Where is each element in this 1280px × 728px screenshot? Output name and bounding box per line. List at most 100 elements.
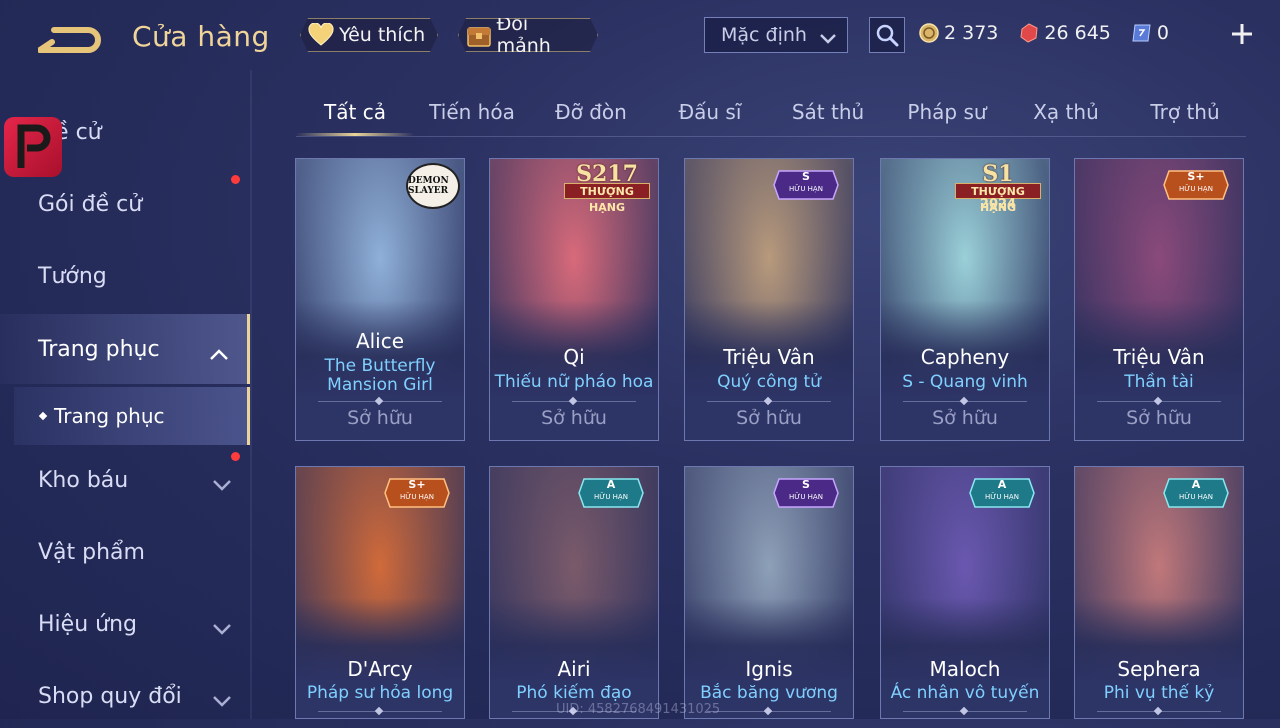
season-rank-badge: S217 THƯỢNG HẠNG <box>560 161 654 214</box>
owned-status: Sở hữu <box>541 407 607 429</box>
category-tabs: Tất cả Tiến hóa Đỡ đòn Đấu sĩ Sát thủ Ph… <box>296 90 1246 137</box>
user-id-watermark: UID: 4582768491431025 <box>556 702 721 717</box>
tab-fighter[interactable]: Đấu sĩ <box>651 90 769 134</box>
owned-status: Sở hữu <box>736 407 802 429</box>
skin-card[interactable]: S HỮU HẠN Ignis Bắc băng vương <box>684 466 854 719</box>
tab-all[interactable]: Tất cả <box>296 90 414 136</box>
hero-name: D'Arcy <box>347 657 413 681</box>
divider <box>1097 401 1221 402</box>
sidebar-item-items[interactable]: Vật phẩm <box>0 520 250 584</box>
tab-mage[interactable]: Pháp sư <box>888 90 1006 134</box>
skin-name: Bắc băng vương <box>700 683 838 703</box>
diamond-balance: 26 645 <box>1018 22 1111 44</box>
voucher-balance: 0 <box>1131 22 1169 44</box>
sidebar-item-heroes[interactable]: Tướng <box>0 244 250 308</box>
divider <box>707 711 831 712</box>
overlay-p-logo <box>4 117 62 177</box>
notification-dot <box>231 452 240 461</box>
demon-slayer-badge: DEMON SLAYER <box>406 163 460 209</box>
chevron-down-icon <box>819 28 837 50</box>
tab-assassin[interactable]: Sát thủ <box>769 90 887 134</box>
skin-card[interactable]: S+ HỮU HẠN D'Arcy Pháp sư hỏa long <box>295 466 465 719</box>
add-currency-button[interactable] <box>1228 20 1256 48</box>
back-button[interactable] <box>37 22 104 56</box>
skin-name: Phó kiếm đạo <box>516 683 632 703</box>
hero-name: Maloch <box>929 657 1001 681</box>
skin-card[interactable]: S HỮU HẠN Triệu Vân Quý công tử Sở hữu <box>684 158 854 441</box>
hero-name: Airi <box>557 657 591 681</box>
skin-name: Thần tài <box>1124 372 1194 392</box>
exchange-label: Đổi mảnh <box>496 13 551 57</box>
tab-support[interactable]: Trợ thủ <box>1126 90 1244 134</box>
page-title: Cửa hàng <box>132 20 270 53</box>
skin-name: Quý công tử <box>717 372 821 392</box>
voucher-icon <box>1131 22 1153 44</box>
skin-card[interactable]: A HỮU HẠN Airi Phó kiếm đạo <box>489 466 659 719</box>
skin-card[interactable]: A HỮU HẠN Sephera Phi vụ thế kỷ <box>1074 466 1244 719</box>
sidebar-item-recommended-packs[interactable]: Gói đề cử <box>0 172 250 236</box>
hero-name: Ignis <box>745 657 793 681</box>
skin-card[interactable]: A HỮU HẠN Maloch Ác nhân vô tuyến <box>880 466 1050 719</box>
divider <box>903 401 1027 402</box>
skin-card[interactable]: S217 THƯỢNG HẠNG Qi Thiếu nữ pháo hoa Sở… <box>489 158 659 441</box>
chevron-down-icon <box>212 688 232 713</box>
owned-status: Sở hữu <box>932 407 998 429</box>
favorites-label: Yêu thích <box>339 24 426 46</box>
skin-card[interactable]: S+ HỮU HẠN Triệu Vân Thần tài Sở hữu <box>1074 158 1244 441</box>
notification-dot <box>231 175 240 184</box>
tab-marksman[interactable]: Xạ thủ <box>1007 90 1125 134</box>
divider <box>707 401 831 402</box>
favorites-button[interactable]: Yêu thích <box>300 18 438 52</box>
skin-name: S - Quang vinh <box>902 372 1028 392</box>
hero-name: Sephera <box>1117 657 1201 681</box>
tier-badge: S HỮU HẠN <box>773 169 839 201</box>
hero-name: Triệu Vân <box>723 345 815 369</box>
skin-name: The Butterfly Mansion Girl <box>324 356 436 395</box>
plus-icon <box>1232 24 1252 44</box>
tab-tank[interactable]: Đỡ đòn <box>532 90 650 134</box>
treasure-chest-icon <box>465 21 493 49</box>
sidebar-item-skins[interactable]: Trang phục <box>0 314 250 384</box>
tier-badge: S+ HỮU HẠN <box>1163 169 1229 201</box>
sidebar-item-effects[interactable]: Hiệu ứng <box>0 592 250 656</box>
heart-icon <box>307 21 335 49</box>
skin-name: Pháp sư hỏa long <box>306 683 454 703</box>
tier-badge: A HỮU HẠN <box>578 477 644 509</box>
divider <box>1097 711 1221 712</box>
skin-card[interactable]: DEMON SLAYER Alice The Butterfly Mansion… <box>295 158 465 441</box>
gold-coin-icon <box>918 22 940 44</box>
tab-evolution[interactable]: Tiến hóa <box>413 90 531 134</box>
tier-badge: S+ HỮU HẠN <box>384 477 450 509</box>
gold-balance: 2 373 <box>918 22 998 44</box>
exchange-shards-button[interactable]: Đổi mảnh <box>458 18 598 52</box>
owned-status: Sở hữu <box>347 407 413 429</box>
divider <box>318 401 442 402</box>
sidebar-item-treasure[interactable]: Kho báu <box>0 448 250 512</box>
hero-name: Alice <box>355 329 405 353</box>
back-arrow-icon <box>37 27 101 53</box>
sort-dropdown[interactable]: Mặc định <box>704 17 848 53</box>
skin-name: Thiếu nữ pháo hoa <box>494 372 654 392</box>
sidebar-item-exchange-shop[interactable]: Shop quy đổi <box>0 664 250 728</box>
sidebar-subitem-skins[interactable]: Trang phục <box>14 387 250 445</box>
bullet-icon <box>38 411 48 421</box>
hero-name: Triệu Vân <box>1113 345 1205 369</box>
tier-badge: A HỮU HẠN <box>969 477 1035 509</box>
hero-name: Capheny <box>920 345 1010 369</box>
search-button[interactable] <box>869 17 905 53</box>
skin-name: Phi vụ thế kỷ <box>1103 683 1215 703</box>
chevron-up-icon <box>209 342 229 367</box>
search-icon <box>876 24 899 47</box>
hero-name: Qi <box>563 345 585 369</box>
sort-selected-label: Mặc định <box>721 24 807 46</box>
divider <box>318 711 442 712</box>
chevron-down-icon <box>212 472 232 497</box>
currency-bar: 2 373 26 645 0 <box>918 16 1228 50</box>
top-bar: Cửa hàng Yêu thích Đổi mảnh Mặc định 2 3… <box>0 0 1280 70</box>
divider <box>512 401 636 402</box>
divider <box>903 711 1027 712</box>
season-rank-badge: S1 THƯỢNG HẠNG 2024 <box>951 161 1045 214</box>
owned-status: Sở hữu <box>1126 407 1192 429</box>
skin-card[interactable]: S1 THƯỢNG HẠNG 2024 Capheny S - Quang vi… <box>880 158 1050 441</box>
tier-badge: S HỮU HẠN <box>773 477 839 509</box>
